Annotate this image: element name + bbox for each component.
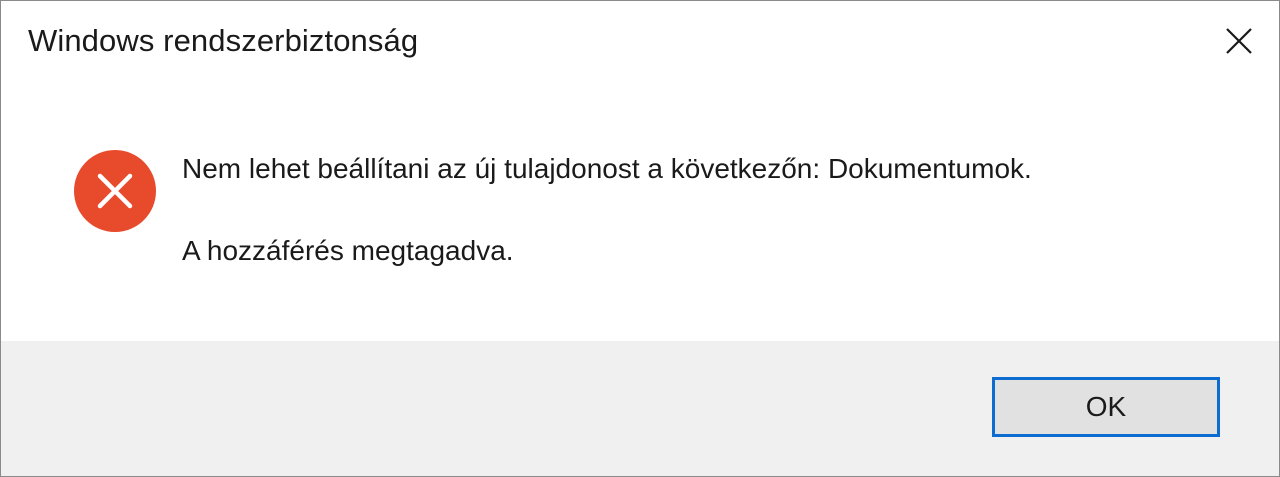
close-button[interactable] xyxy=(1199,1,1279,81)
dialog-title: Windows rendszerbiztonság xyxy=(28,23,419,58)
button-bar: OK xyxy=(1,341,1279,476)
error-icon xyxy=(74,150,156,232)
error-dialog: Windows rendszerbiztonság Nem lehet beál… xyxy=(0,0,1280,477)
ok-button[interactable]: OK xyxy=(992,377,1220,437)
title-bar: Windows rendszerbiztonság xyxy=(1,1,1279,83)
dialog-content: Nem lehet beállítani az új tulajdonost a… xyxy=(1,83,1279,341)
error-message: Nem lehet beállítani az új tulajdonost a… xyxy=(182,153,1032,184)
ok-button-label: OK xyxy=(1085,391,1127,422)
close-icon xyxy=(1226,28,1252,54)
error-detail: A hozzáférés megtagadva. xyxy=(182,235,514,266)
